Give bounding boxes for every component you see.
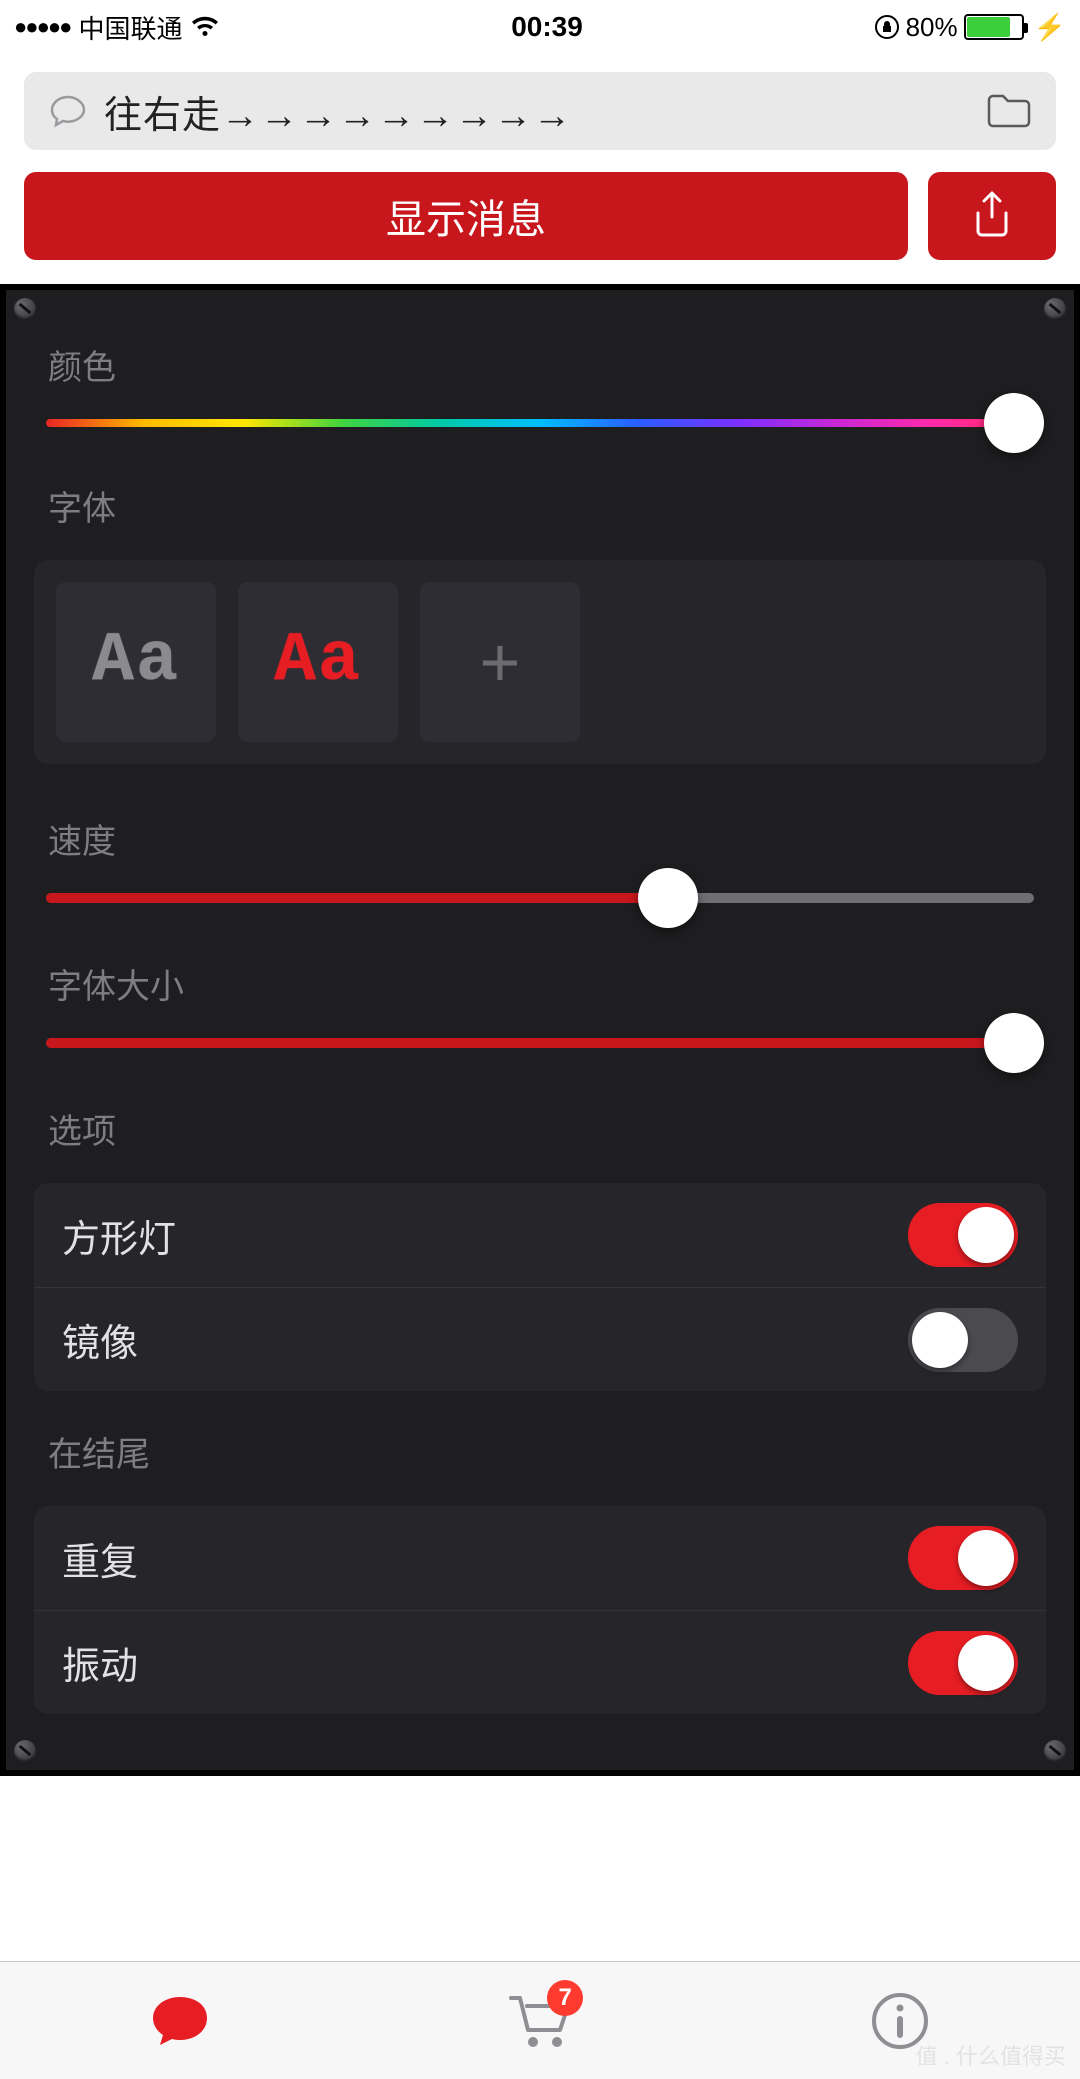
options-group: 方形灯 镜像 [34,1183,1046,1391]
font-option-2[interactable]: Aa [238,582,398,742]
tab-cart[interactable]: 7 [360,1962,720,2079]
show-message-label: 显示消息 [386,187,546,245]
carrier-label: 中国联通 [78,9,182,46]
font-add-button[interactable]: + [420,582,580,742]
charging-icon: ⚡ [1034,12,1066,43]
chat-icon [146,1991,214,2051]
speed-slider-thumb[interactable] [638,868,698,928]
color-slider-thumb[interactable] [984,393,1044,453]
option-label: 重复 [62,1531,138,1586]
share-button[interactable] [928,172,1056,260]
clock: 00:39 [511,11,583,43]
battery-percent-label: 80% [906,12,958,43]
screw-decoration-icon [14,1740,36,1762]
font-sample: Aa [274,627,362,697]
info-icon [870,1991,930,2051]
font-option-1[interactable]: Aa [56,582,216,742]
toggle-repeat[interactable] [908,1526,1018,1590]
speed-slider[interactable] [46,893,1034,903]
option-repeat: 重复 [34,1506,1046,1610]
section-speed-label: 速度 [48,814,1046,863]
tab-bar: 7 [0,1961,1080,2079]
show-message-button[interactable]: 显示消息 [24,172,908,260]
signal-strength-icon: ●●●●● [14,14,70,40]
share-icon [970,191,1014,241]
speech-bubble-icon [48,91,88,131]
section-fontsize-label: 字体大小 [48,959,1046,1008]
fontsize-slider-thumb[interactable] [984,1013,1044,1073]
option-label: 方形灯 [62,1208,176,1263]
wifi-icon [190,16,220,38]
tab-messages[interactable] [0,1962,360,2079]
font-sample: Aa [92,627,180,697]
screw-decoration-icon [14,298,36,320]
toggle-square-light[interactable] [908,1203,1018,1267]
option-label: 振动 [62,1635,138,1690]
toggle-mirror[interactable] [908,1308,1018,1372]
font-selector: Aa Aa + [34,560,1046,764]
top-area: 往右走→→→→→→→→→ 显示消息 [0,54,1080,284]
section-color-label: 颜色 [48,340,1046,389]
message-input[interactable]: 往右走→→→→→→→→→ [24,72,1056,150]
battery-icon [964,14,1024,40]
option-mirror: 镜像 [34,1287,1046,1391]
fontsize-slider[interactable] [46,1038,1034,1048]
option-label: 镜像 [62,1312,138,1367]
status-bar: ●●●●● 中国联通 00:39 80% ⚡ [0,0,1080,54]
option-vibrate: 振动 [34,1610,1046,1714]
section-options-label: 选项 [48,1104,1046,1153]
screw-decoration-icon [1044,1740,1066,1762]
option-square-light: 方形灯 [34,1183,1046,1287]
settings-panel: 颜色 字体 Aa Aa + 速度 字体大小 选项 方形灯 镜像 [0,284,1080,1776]
message-text-value: 往右走→→→→→→→→→ [104,84,970,139]
toggle-vibrate[interactable] [908,1631,1018,1695]
folder-icon[interactable] [986,93,1032,129]
atend-group: 重复 振动 [34,1506,1046,1714]
section-font-label: 字体 [48,481,1046,530]
color-slider[interactable] [46,419,1034,427]
plus-icon: + [480,622,521,702]
tab-info[interactable] [720,1962,1080,2079]
orientation-lock-icon [874,14,900,40]
screw-decoration-icon [1044,298,1066,320]
cart-badge: 7 [547,1980,583,2016]
section-atend-label: 在结尾 [48,1427,1046,1476]
